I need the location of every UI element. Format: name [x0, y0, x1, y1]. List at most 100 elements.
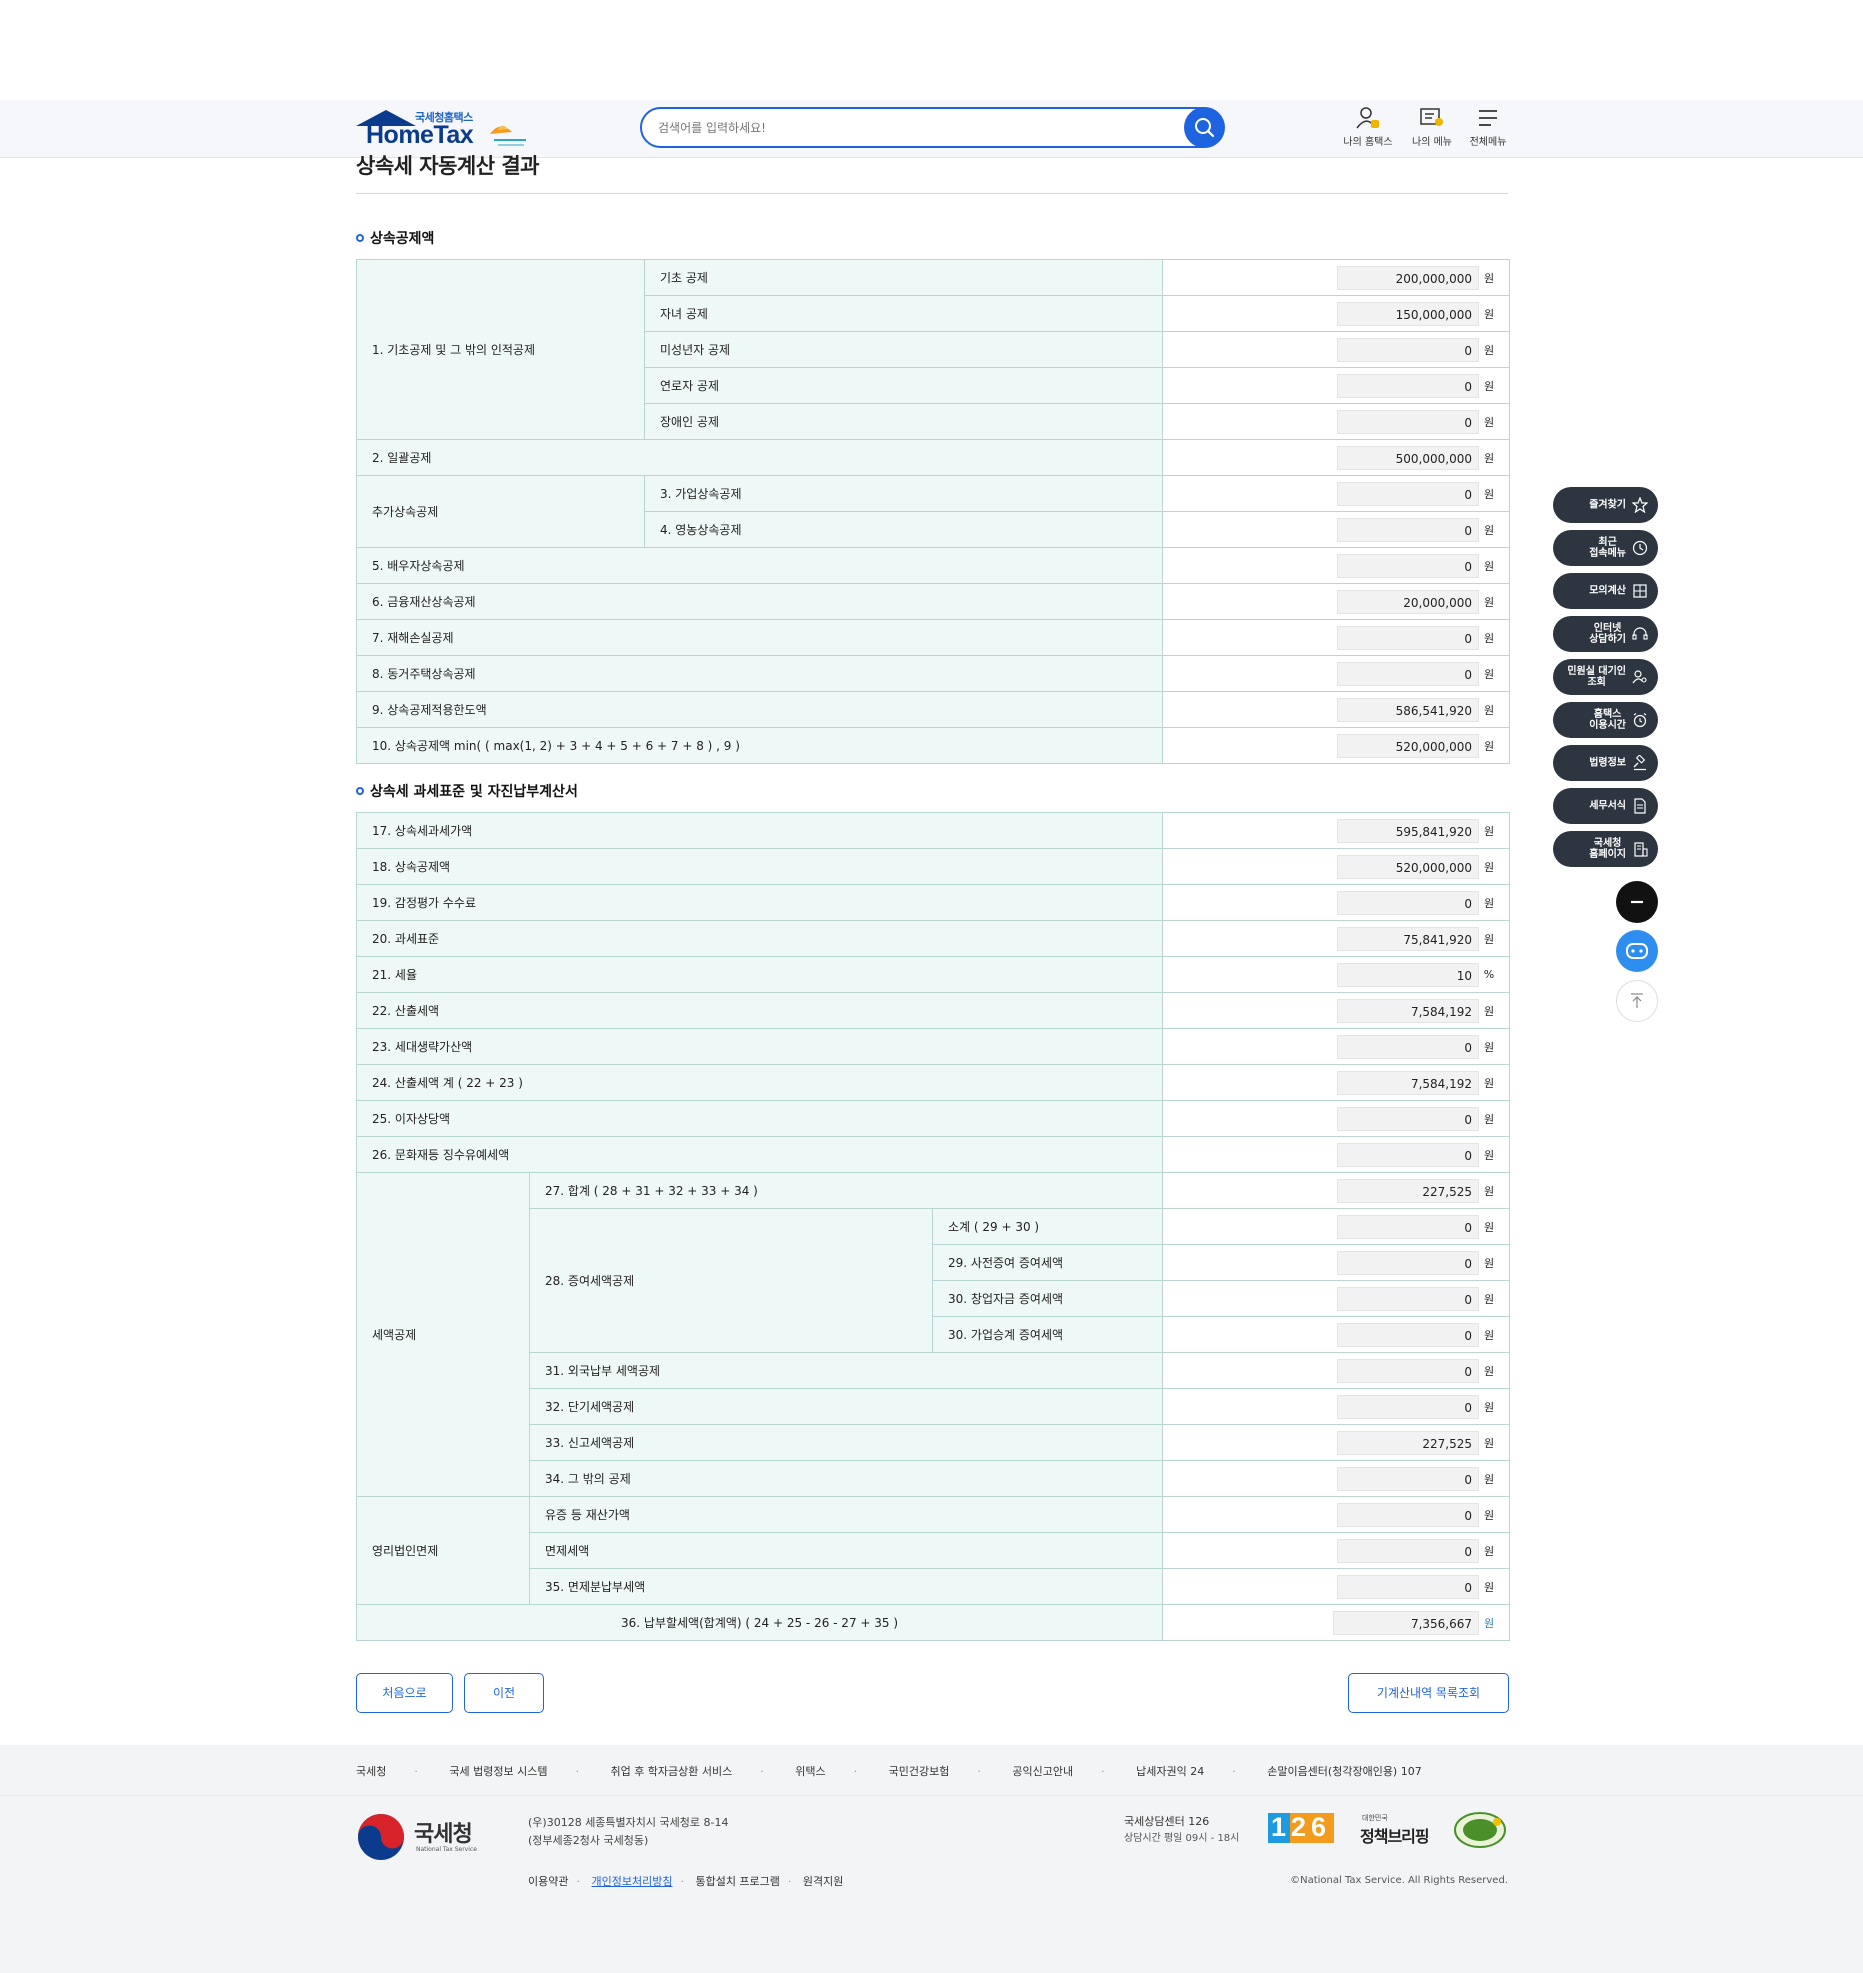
my-hometax-button[interactable]: 나의 홈택스	[1338, 106, 1398, 148]
footer-link[interactable]: 납세자권익 24	[1136, 1765, 1204, 1778]
quick-nts-homepage-button[interactable]: 국세청 홈페이지	[1553, 831, 1658, 867]
row-label: 32. 단기세액공제	[528, 1388, 1164, 1425]
terms-link[interactable]: 이용약관	[528, 1875, 568, 1888]
row-label: 8. 동거주택상속공제	[356, 655, 1163, 692]
quick-service-hours-button[interactable]: 홈택스 이용시간	[1553, 702, 1658, 738]
table-row: 9. 상속공제적용한도액 586,541,920 원	[356, 691, 1510, 728]
deduction-table: 1. 기초공제 및 그 밖의 인적공제 기초 공제 200,000,000 원 자…	[356, 259, 1510, 764]
row-label: 면제세액	[528, 1532, 1164, 1569]
value-field: 520,000,000	[1337, 854, 1480, 879]
first-button[interactable]: 처음으로	[356, 1673, 453, 1713]
quick-tax-forms-button[interactable]: 세무서식	[1553, 788, 1658, 824]
row-label: 24. 산출세액 계 ( 22 + 23 )	[355, 1064, 1164, 1101]
value-field: 227,525	[1337, 1178, 1480, 1203]
search-button[interactable]	[1184, 107, 1225, 148]
row-label: 22. 산출세액	[355, 992, 1164, 1029]
quick-favorites-button[interactable]: 즐겨찾기	[1553, 487, 1658, 523]
chatbot-button[interactable]	[1616, 930, 1658, 972]
site-footer: 국세청 · 국세 법령정보 시스템 · 취업 후 학자금상환 서비스 · 위택스 · 국…	[0, 1745, 1863, 1973]
install-program-link[interactable]: 통합설치 프로그램	[695, 1875, 779, 1888]
footer-link[interactable]: 취업 후 학자금상환 서비스	[610, 1765, 732, 1778]
nts-logo[interactable]: 국세청 National Tax Service	[356, 1812, 486, 1862]
value-field: 586,541,920	[1337, 697, 1479, 722]
my-menu-button[interactable]: 나의 메뉴	[1402, 106, 1462, 148]
table-row: 7. 재해손실공제 0원	[356, 619, 1510, 656]
nts-name: 국세청	[414, 1822, 473, 1847]
nts-english-name: National Tax Service	[416, 1846, 477, 1853]
row-label: 6. 금융재산상속공제	[356, 583, 1163, 620]
row-label: 기초 공제	[644, 259, 1163, 296]
value-field: 520,000,000	[1337, 733, 1479, 758]
policy-briefing-logo[interactable]: 대한민국 정책브리핑	[1360, 1813, 1436, 1847]
footer-link[interactable]: 손말이음센터(청각장애인용) 107	[1267, 1765, 1422, 1778]
footer-link[interactable]: 국민건강보험	[889, 1765, 950, 1778]
table-row: 6. 금융재산상속공제 20,000,000 원	[356, 583, 1510, 620]
privacy-policy-link[interactable]: 개인정보처리방침	[591, 1875, 672, 1888]
value-field: 0	[1337, 373, 1479, 398]
quick-menu-collapse-button[interactable]	[1616, 881, 1658, 923]
page-title: 상속세 자동계산 결과	[356, 154, 540, 178]
table-row: 5. 배우자상속공제 0원	[356, 547, 1510, 584]
person-search-icon	[1632, 670, 1647, 684]
table-row: 17. 상속세과세가액 595,841,920 원	[355, 812, 1511, 849]
row-label: 7. 재해손실공제	[356, 619, 1163, 656]
document-icon	[1634, 798, 1646, 814]
table-row: 31. 외국납부 세액공제 0원	[357, 1352, 1511, 1389]
value-field: 0	[1337, 1250, 1480, 1275]
table-row: 35. 면제분납부세액 0원	[357, 1568, 1511, 1605]
value-field: 200,000,000	[1337, 265, 1479, 290]
value-field: 0	[1337, 1034, 1480, 1059]
value-field: 75,841,920	[1337, 926, 1480, 951]
value-field: 0	[1337, 661, 1479, 686]
row-label: 연로자 공제	[644, 367, 1163, 404]
value-field: 0	[1337, 1214, 1480, 1239]
footer-link[interactable]: 위택스	[795, 1765, 825, 1778]
table-row: 22. 산출세액 7,584,192 원	[355, 992, 1511, 1029]
remote-support-link[interactable]: 원격지원	[803, 1875, 843, 1888]
footer-link[interactable]: 공익신고안내	[1012, 1765, 1073, 1778]
bullet-icon	[356, 234, 364, 242]
quick-simulation-button[interactable]: 모의계산	[1553, 573, 1658, 609]
value-field: 7,584,192	[1337, 998, 1480, 1023]
table-row: 18. 상속공제액 520,000,000 원	[355, 848, 1511, 885]
value-field: 150,000,000	[1337, 301, 1479, 326]
my-menu-label: 나의 메뉴	[1412, 137, 1452, 148]
row-label: 35. 면제분납부세액	[528, 1568, 1164, 1605]
table-row: 25. 이자상당액 0 원	[355, 1100, 1511, 1137]
quick-recent-menu-button[interactable]: 최근 접속메뉴	[1553, 530, 1658, 566]
value-field: 0	[1337, 1502, 1480, 1527]
row-label: 29. 사전증여 증여세액	[931, 1244, 1164, 1281]
call-126-logo[interactable]: 126	[1268, 1811, 1334, 1845]
logo-umbrella-icon	[490, 125, 526, 146]
row-label: 3. 가업상속공제	[644, 475, 1163, 512]
hometax-logo[interactable]: 국세청홈택스 HomeTax	[356, 108, 526, 152]
table-row: 세액공제 27. 합계 ( 28 + 31 + 32 + 33 + 34 ) 2…	[356, 1172, 1511, 1497]
prev-button[interactable]: 이전	[464, 1673, 544, 1713]
row-label: 27. 합계 ( 28 + 31 + 32 + 33 + 34 )	[528, 1172, 1164, 1209]
total-label: 36. 납부할세액(합계액) ( 24 + 25 - 26 - 27 + 35 …	[355, 1604, 1164, 1641]
all-menu-button[interactable]: 전체메뉴	[1458, 106, 1518, 148]
quick-consult-button[interactable]: 인터넷 상담하기	[1553, 616, 1658, 652]
table-row: 2. 일괄공제 500,000,000 원	[356, 439, 1510, 476]
scroll-top-button[interactable]	[1616, 980, 1658, 1022]
value-field: 0	[1337, 625, 1479, 650]
search-input[interactable]	[658, 109, 1178, 146]
value-field: 7,584,192	[1337, 1070, 1480, 1095]
quick-law-info-button[interactable]: 법령정보	[1553, 745, 1658, 781]
bullet-icon	[356, 787, 364, 795]
footer-link[interactable]: 국세청	[356, 1765, 386, 1778]
section-title-deduction: 상속공제액	[356, 228, 434, 248]
history-list-button[interactable]: 기계산내역 목록조회	[1348, 1673, 1509, 1713]
table-row: 면제세액 0원	[357, 1532, 1511, 1569]
row-label: 20. 과세표준	[355, 920, 1164, 957]
value-field: 0	[1337, 409, 1479, 434]
row-label: 장애인 공제	[644, 403, 1163, 440]
footer-link[interactable]: 국세 법령정보 시스템	[449, 1765, 547, 1778]
value-field: 0	[1337, 1322, 1480, 1347]
row-label: 미성년자 공제	[644, 331, 1163, 368]
row-label: 30. 창업자금 증여세액	[931, 1280, 1164, 1317]
value-field: 0	[1337, 1106, 1480, 1131]
quick-waiting-check-button[interactable]: 민원실 대기인 조회	[1553, 659, 1658, 695]
value-field: 0	[1337, 481, 1479, 506]
row-label: 30. 가업승계 증여세액	[931, 1316, 1164, 1353]
